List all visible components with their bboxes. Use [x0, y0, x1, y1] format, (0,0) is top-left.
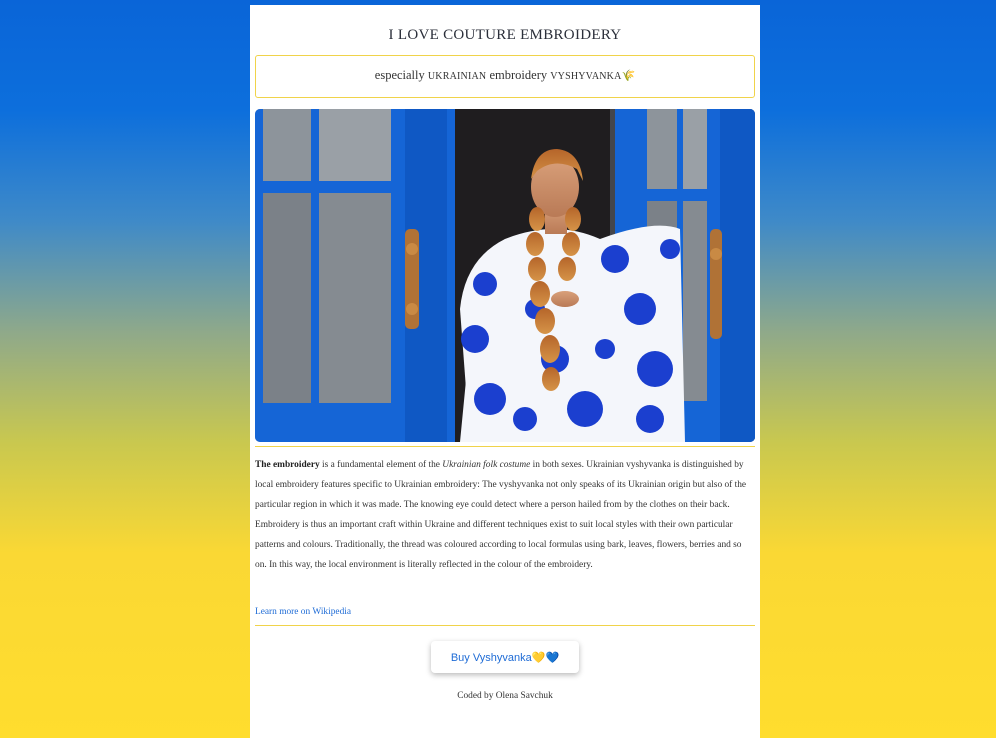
wikipedia-link[interactable]: Learn more on Wikipedia [255, 607, 351, 617]
description-text: in both sexes. Ukrainian vyshyvanka is d… [255, 460, 747, 570]
divider [255, 446, 755, 447]
description-text: is a fundamental element of the [319, 460, 443, 470]
buy-vyshyvanka-button[interactable]: Buy Vyshyvanka💛💙 [431, 641, 579, 673]
subtitle-word: embroidery [489, 68, 548, 82]
wheat-icon: 🌾 [621, 70, 636, 82]
description-paragraph: The embroidery is a fundamental element … [255, 455, 755, 575]
page-title: I LOVE COUTURE EMBROIDERY [388, 27, 622, 43]
subtitle-word: especially [374, 68, 425, 82]
divider [255, 625, 755, 626]
hero-photo [255, 109, 755, 442]
subtitle-word: VYSHYVANKA [550, 71, 622, 82]
main-card: I LOVE COUTURE EMBROIDERY especially UKR… [250, 5, 760, 738]
subtitle-word: UKRAINIAN [427, 71, 487, 82]
footer-credit: Coded by Olena Savchuk [457, 691, 553, 701]
subtitle-box: especially UKRAINIAN embroidery VYSHYVAN… [255, 55, 755, 98]
description-italic: Ukrainian folk costume [442, 460, 531, 470]
description-lead: The embroidery [255, 460, 320, 470]
vyshyvanka-photo-illustration [255, 109, 755, 442]
